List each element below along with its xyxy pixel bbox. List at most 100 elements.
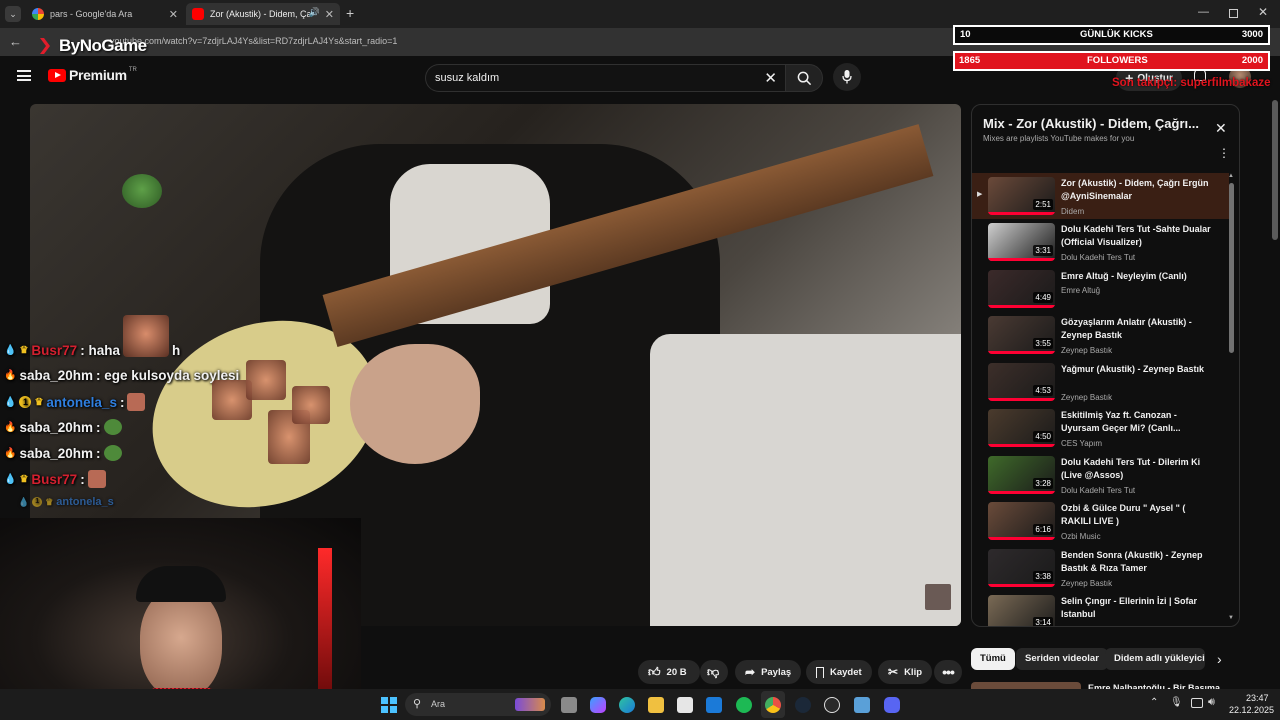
scroll-thumb[interactable] (1229, 183, 1234, 353)
chip-all[interactable]: Tümü (971, 648, 1015, 670)
restore-button[interactable] (1229, 9, 1238, 18)
volume-icon[interactable]: 🔊︎ (1208, 696, 1215, 709)
playlist-item-channel: Zeynep Bastık (1061, 346, 1113, 355)
playlist-item[interactable]: 3:31 Dolu Kadehi Ters Tut -Sahte Dualar (… (972, 219, 1229, 265)
discord-icon[interactable] (884, 697, 900, 713)
scrollbar[interactable]: ▲ ▼ (1228, 173, 1234, 623)
dislike-button[interactable]: 👎︎ (700, 660, 728, 684)
tab-google-search[interactable]: pars - Google'da Ara ✕ (26, 3, 184, 25)
speaker-icon[interactable]: 🔊 (309, 7, 320, 18)
network-icon[interactable] (1191, 698, 1203, 708)
mail-icon[interactable] (706, 697, 722, 713)
playlist-item-title[interactable]: Yağmur (Akustik) - Zeynep Bastık (1061, 363, 1211, 376)
playlist-thumbnail[interactable]: 3:38 (988, 549, 1055, 587)
app-icon[interactable] (854, 697, 870, 713)
close-playlist-icon[interactable]: ✕ (1215, 120, 1227, 137)
playlist-item[interactable]: 6:16 Ozbi & Gülce Duru " Aysel " ( RAKILI… (972, 498, 1229, 544)
chip-series-videos[interactable]: Seriden videolar (1016, 648, 1108, 670)
video-corner-avatar[interactable] (925, 584, 951, 610)
window-close-button[interactable]: ✕ (1258, 5, 1268, 19)
tray-chevron-icon[interactable]: ⌃ (1150, 697, 1158, 708)
like-button[interactable]: 👍︎ 20 B (638, 660, 700, 684)
playlist-item[interactable]: 4:50 Eskitilmiş Yaz ft. Canozan - Uyursam… (972, 405, 1229, 451)
playlist-thumbnail[interactable]: 4:50 (988, 409, 1055, 447)
playlist-item[interactable]: 3:28 Dolu Kadehi Ters Tut - Dilerim Ki (L… (972, 452, 1229, 498)
playlist-thumbnail[interactable]: 2:51 (988, 177, 1055, 215)
playlist-item-title[interactable]: Eskitilmiş Yaz ft. Canozan - Uyursam Geç… (1061, 409, 1211, 435)
clear-search-icon[interactable]: ✕ (764, 69, 777, 87)
tab-list-button[interactable]: ⌄ (5, 6, 21, 22)
water-drop-icon: 💧 (4, 345, 17, 356)
spotify-icon[interactable] (736, 697, 752, 713)
taskbar-search[interactable]: ⚲ Ara (405, 693, 551, 716)
playlist-thumbnail[interactable]: 3:55 (988, 316, 1055, 354)
search-box[interactable]: susuz kaldım ✕ (425, 64, 785, 92)
search-input[interactable]: susuz kaldım (435, 72, 499, 84)
duration-badge: 2:51 (1033, 199, 1053, 210)
edge-icon[interactable] (619, 697, 635, 713)
share-button[interactable]: ➦ Paylaş (735, 660, 802, 684)
obs-icon[interactable] (824, 697, 840, 713)
clock-date[interactable]: 22.12.2025 (1229, 705, 1274, 715)
chat-text-tail: h (171, 343, 181, 358)
playlist-thumbnail[interactable]: 4:53 (988, 363, 1055, 401)
playlist-item-title[interactable]: Ozbi & Gülce Duru " Aysel " ( RAKILI LIV… (1061, 502, 1211, 528)
playlist-item-title[interactable]: Dolu Kadehi Ters Tut -Sahte Dualar (Offi… (1061, 223, 1211, 249)
playlist-thumbnail[interactable]: 3:14 (988, 595, 1055, 626)
save-button[interactable]: Kaydet (806, 660, 872, 684)
store-icon[interactable] (677, 697, 693, 713)
playlist-thumbnail[interactable]: 3:28 (988, 456, 1055, 494)
file-explorer-icon[interactable] (648, 697, 664, 713)
playlist-thumbnail[interactable]: 4:49 (988, 270, 1055, 308)
playlist-item-title[interactable]: Dolu Kadehi Ters Tut - Dilerim Ki (Live … (1061, 456, 1211, 482)
new-tab-button[interactable]: + (346, 5, 354, 21)
copilot-icon[interactable] (590, 697, 606, 713)
playlist-item-title[interactable]: Emre Altuğ - Neyleyim (Canlı) (1061, 270, 1211, 283)
microphone-icon (842, 70, 852, 84)
tab-label: pars - Google'da Ara (50, 9, 133, 19)
watched-progress-bar (988, 258, 1055, 261)
playlist-item[interactable]: ▶ 2:51 Zor (Akustik) - Didem, Çağrı Ergün … (972, 173, 1229, 219)
watched-progress-bar (988, 305, 1055, 308)
task-view-icon[interactable] (561, 697, 577, 713)
hamburger-menu-icon[interactable] (17, 70, 31, 81)
next-video-title[interactable]: Emre Nalbantoğlu - Bir Başıma (1088, 682, 1220, 689)
steam-icon[interactable] (795, 697, 811, 713)
microphone-tray-icon[interactable]: 🎙︎ (1170, 697, 1183, 708)
more-options-icon[interactable]: ⋮ (1218, 147, 1230, 159)
search-button[interactable] (785, 64, 823, 92)
scroll-up-icon[interactable]: ▲ (1228, 173, 1234, 179)
voice-search-button[interactable] (833, 63, 861, 91)
url-field[interactable]: youtube.com/watch?v=7zdjrLAJ4Ys&list=RD7… (110, 36, 397, 46)
close-icon[interactable]: ✕ (169, 8, 178, 21)
playlist-item-channel: CES Yapım (1061, 439, 1103, 448)
youtube-premium-logo[interactable]: Premium TR (48, 67, 137, 83)
playlist-item-title[interactable]: Gözyaşlarım Anlatır (Akustik) - Zeynep B… (1061, 316, 1211, 342)
playlist-item-title[interactable]: Selin Çıngır - Ellerinin İzi | Sofar Ist… (1061, 595, 1211, 621)
playlist-thumbnail[interactable]: 3:31 (988, 223, 1055, 261)
scroll-down-icon[interactable]: ▼ (1228, 615, 1234, 621)
chevron-right-icon[interactable]: › (1217, 651, 1222, 667)
minimize-button[interactable]: — (1198, 6, 1209, 18)
playlist-item-title[interactable]: Zor (Akustik) - Didem, Çağrı Ergün @Ayni… (1061, 177, 1211, 203)
page-scrollbar[interactable] (1272, 100, 1278, 240)
tab-youtube[interactable]: Zor (Akustik) - Didem, Çağr 🔊 ✕ (186, 3, 340, 25)
playlist-item[interactable]: 3:14 Selin Çıngır - Ellerinin İzi | Sofar… (972, 591, 1229, 626)
playlist-thumbnail[interactable]: 6:16 (988, 502, 1055, 540)
next-video-thumbnail[interactable] (971, 682, 1081, 689)
watched-progress-bar (988, 491, 1055, 494)
fire-icon: 🔥 (4, 370, 17, 381)
close-icon[interactable]: ✕ (325, 8, 334, 21)
playlist-item-title[interactable]: Benden Sonra (Akustik) - Zeynep Bastık &… (1061, 549, 1211, 575)
clip-button[interactable]: ✂ Klip (878, 660, 933, 684)
windows-start-icon[interactable] (381, 697, 397, 713)
chip-uploader[interactable]: Didem adlı yükleyicid (1105, 648, 1205, 670)
crown-icon: ♛ (19, 345, 29, 356)
clock-time[interactable]: 23:47 (1246, 693, 1269, 703)
playlist-item[interactable]: 3:55 Gözyaşlarım Anlatır (Akustik) - Zeyn… (972, 312, 1229, 358)
playlist-item[interactable]: 3:38 Benden Sonra (Akustik) - Zeynep Bast… (972, 545, 1229, 591)
playlist-item[interactable]: 4:53 Yağmur (Akustik) - Zeynep Bastık Zeyn… (972, 359, 1229, 405)
playlist-item[interactable]: 4:49 Emre Altuğ - Neyleyim (Canlı) Emre Al… (972, 266, 1229, 312)
more-actions-button[interactable]: ••• (934, 660, 962, 684)
back-arrow-icon[interactable]: ← (9, 34, 22, 49)
